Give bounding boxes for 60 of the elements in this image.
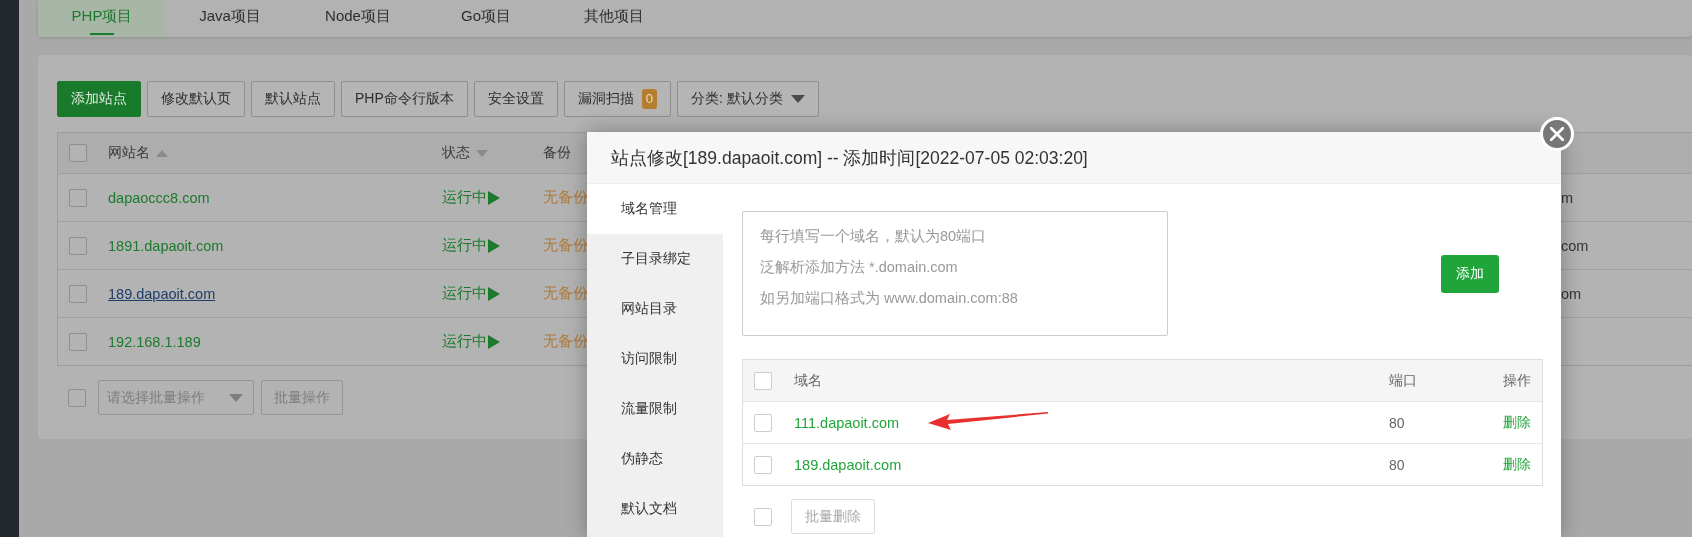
tab[interactable]: 其他项目: [550, 0, 678, 37]
port-text: 80: [1389, 414, 1405, 431]
domain-input[interactable]: 每行填写一个域名，默认为80端口 泛解析添加方法 *.domain.com 如另加端口格式为 www.domain.com:88: [742, 211, 1168, 336]
checkbox[interactable]: [69, 144, 87, 162]
checkbox[interactable]: [754, 413, 772, 432]
domain-name: 189.dapaoit.com: [794, 456, 902, 473]
caret-icon: [790, 95, 805, 103]
toolbar-button[interactable]: 默认站点: [251, 81, 335, 117]
caret-icon: [229, 393, 243, 402]
count-badge: 0: [641, 89, 658, 109]
status-text: 运行中: [442, 332, 487, 351]
delete-link[interactable]: 删除: [1503, 455, 1531, 472]
checkbox[interactable]: [754, 507, 772, 526]
sort-icon[interactable]: [476, 149, 488, 157]
status-text: 运行中: [442, 284, 487, 303]
nav-item[interactable]: 访问限制: [587, 334, 723, 384]
status-text: 运行中: [442, 188, 487, 207]
column-header: 端口: [1389, 371, 1417, 388]
tab[interactable]: Go项目: [422, 0, 550, 37]
checkbox[interactable]: [69, 332, 87, 351]
play-icon[interactable]: [488, 238, 500, 253]
nav-item[interactable]: 伪静态: [587, 434, 723, 484]
toolbar-button[interactable]: 安全设置: [473, 81, 558, 117]
sort-icon[interactable]: [156, 149, 168, 157]
nav-item[interactable]: 网站目录: [587, 284, 723, 334]
toolbar-button[interactable]: PHP命令行版本: [341, 81, 468, 117]
tab[interactable]: Node项目: [294, 0, 422, 37]
checkbox[interactable]: [69, 236, 87, 255]
column-header[interactable]: 状态: [442, 144, 470, 162]
nav-item[interactable]: 子目录绑定: [587, 234, 723, 284]
checkbox[interactable]: [69, 284, 87, 303]
toolbar-button[interactable]: 添加站点: [57, 81, 141, 117]
dialog-title: 站点修改[189.dapaoit.com] -- 添加时间[2022-07-05 02:03:20]: [611, 146, 1088, 170]
column-header[interactable]: 备份: [543, 144, 571, 162]
checkbox[interactable]: [69, 188, 87, 207]
toolbar-button[interactable]: 修改默认页: [147, 81, 245, 117]
toolbar-button[interactable]: 漏洞扫描 0: [563, 81, 672, 117]
toolbar-button[interactable]: 分类: 默认分类: [677, 81, 819, 117]
play-icon[interactable]: [488, 334, 500, 349]
checkbox[interactable]: [754, 455, 772, 474]
domain-name: 111.dapaoit.com: [794, 414, 900, 431]
delete-link[interactable]: 删除: [1503, 413, 1531, 430]
column-header: 域名: [794, 371, 822, 388]
play-icon[interactable]: [488, 286, 500, 301]
site-name-link[interactable]: 189.dapaoit.com: [108, 285, 216, 302]
nav-item[interactable]: 流量限制: [587, 384, 723, 434]
add-button[interactable]: 添加: [1441, 254, 1499, 293]
column-header: 操作: [1503, 371, 1531, 388]
table-cell: om: [1561, 285, 1582, 302]
nav-item[interactable]: 域名管理: [587, 184, 723, 234]
table-cell: com: [1561, 237, 1589, 254]
nav-item[interactable]: 默认文档: [587, 484, 723, 534]
close-icon: [1550, 127, 1564, 141]
port-text: 80: [1389, 456, 1405, 473]
checkbox[interactable]: [754, 371, 772, 390]
status-text: 运行中: [442, 236, 487, 255]
table-cell: m: [1561, 189, 1574, 206]
tab[interactable]: Java项目: [166, 0, 294, 37]
play-icon[interactable]: [488, 190, 500, 205]
column-header[interactable]: 网站名: [108, 144, 150, 162]
